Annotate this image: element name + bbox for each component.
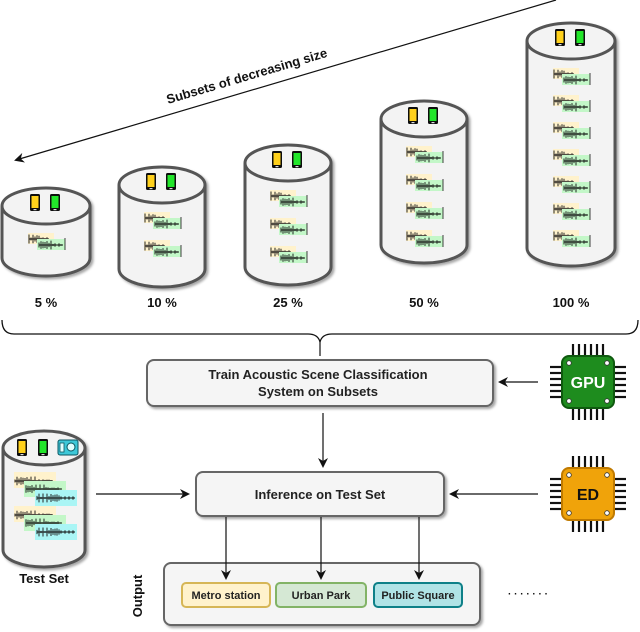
phone-green-icon: [575, 29, 585, 46]
action-camera-icon: [57, 439, 79, 456]
phone-yellow-icon: [555, 29, 565, 46]
train-box-line2: System on Subsets: [258, 384, 378, 399]
diagram-canvas: Subsets of decreasing size 5 % 10 % 25 %…: [0, 0, 639, 626]
grouping-brace: [1, 319, 639, 343]
output-class-square-label: Public Square: [381, 590, 454, 602]
phone-green-icon: [50, 194, 60, 211]
phone-green-icon: [292, 151, 302, 168]
subset-label-25: 25 %: [273, 295, 303, 310]
subset-labels: 5 % 10 % 25 % 50 % 100 %: [35, 295, 590, 310]
phone-yellow-icon: [272, 151, 282, 168]
train-box-line1: Train Acoustic Scene Classification: [208, 367, 427, 382]
output-class-square: Public Square: [373, 582, 463, 608]
phone-yellow-icon: [408, 107, 418, 124]
decreasing-size-arrow: Subsets of decreasing size: [14, 0, 557, 163]
phone-yellow-icon: [17, 439, 27, 456]
subset-label-50: 50 %: [409, 295, 439, 310]
phone-green-icon: [38, 439, 48, 456]
output-class-park: Urban Park: [275, 582, 367, 608]
output-class-park-label: Urban Park: [292, 590, 352, 602]
output-ellipsis: · · · · · · ·: [508, 589, 548, 600]
test-set-cylinder: [1, 429, 87, 569]
subset-cylinder-3: [379, 99, 469, 265]
phone-green-icon: [166, 173, 176, 190]
phone-yellow-icon: [30, 194, 40, 211]
phone-green-icon: [428, 107, 438, 124]
subset-label-5: 5 %: [35, 295, 58, 310]
subset-cylinder-0: [0, 186, 92, 278]
subset-label-100: 100 %: [553, 295, 590, 310]
subset-label-10: 10 %: [147, 295, 177, 310]
ed-chip-label: ED: [577, 487, 599, 504]
subset-cylinder-4: [525, 21, 617, 268]
output-class-metro-label: Metro station: [191, 590, 260, 602]
subset-cylinder-2: [243, 143, 333, 287]
test-set-label: Test Set: [19, 571, 69, 586]
subset-cylinder-1: [117, 165, 207, 289]
gpu-chip-label: GPU: [571, 375, 606, 392]
inference-box-label: Inference on Test Set: [255, 487, 386, 502]
output-class-metro: Metro station: [181, 582, 271, 608]
phone-yellow-icon: [146, 173, 156, 190]
output-axis-label: Output: [130, 574, 145, 617]
test-set-cylinder-body: [1, 429, 87, 569]
decreasing-size-label: Subsets of decreasing size: [165, 45, 329, 107]
